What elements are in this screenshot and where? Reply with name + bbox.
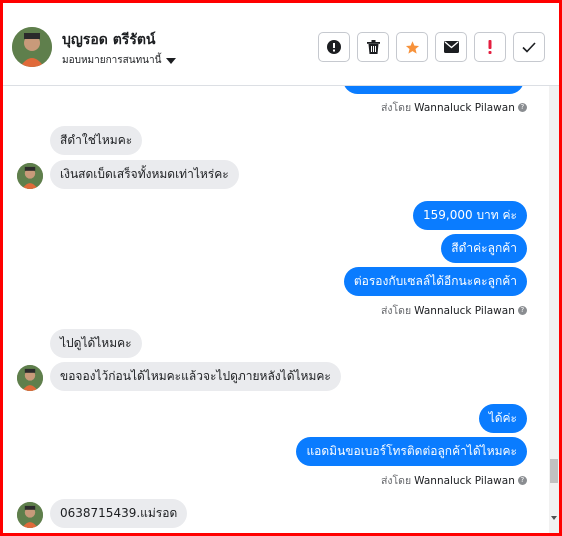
delete-button[interactable] <box>357 32 389 62</box>
contact-avatar-small[interactable] <box>17 163 43 189</box>
message-bubble-outgoing[interactable]: ได้ค่ะ <box>478 404 527 433</box>
message-bubble-partial[interactable] <box>343 86 524 94</box>
check-icon <box>522 41 536 53</box>
mark-spam-button[interactable] <box>318 32 350 62</box>
scroll-down-arrow-icon[interactable] <box>551 516 557 520</box>
scrollbar-thumb[interactable] <box>550 459 558 483</box>
sent-by-label: ส่งโดย Wannaluck Pilawan ? <box>381 472 527 489</box>
contact-avatar-small[interactable] <box>17 365 43 391</box>
conversation-header: บุญรอด ตรีรัตน์ มอบหมายการสนทนานี้ <box>3 3 559 86</box>
sent-by-label: ส่งโดย Wannaluck Pilawan ? <box>381 302 527 319</box>
message-bubble-outgoing[interactable]: 159,000 บาท ค่ะ <box>413 201 527 230</box>
sent-by-label: ส่งโดย Wannaluck Pilawan ? <box>381 99 527 116</box>
message-bubble-outgoing[interactable]: แอดมินขอเบอร์โทรติดต่อลูกค้าได้ไหมคะ <box>296 437 527 466</box>
message-list[interactable]: ส่งโดย Wannaluck Pilawan ? สีดำใช่ไหมคะ … <box>3 86 548 533</box>
conversation-scrollbar[interactable] <box>549 86 559 533</box>
assign-conversation-dropdown[interactable]: มอบหมายการสนทนานี้ <box>62 53 177 68</box>
message-bubble-outgoing[interactable]: ต่อรองกับเซลล์ได้อีกนะคะลูกค้า <box>343 267 527 296</box>
contact-name[interactable]: บุญรอด ตรีรัตน์ <box>62 29 156 51</box>
exclamation-icon <box>488 40 492 54</box>
message-bubble-incoming[interactable]: ไปดูได้ไหมคะ <box>50 329 142 358</box>
alert-circle-icon <box>327 40 341 54</box>
conversation-toolbar <box>318 32 545 62</box>
contact-avatar-small[interactable] <box>17 502 43 528</box>
messenger-window: บุญรอด ตรีรัตน์ มอบหมายการสนทนานี้ ส่งโด… <box>0 0 562 536</box>
caret-down-icon <box>166 57 177 64</box>
info-icon[interactable]: ? <box>517 103 527 112</box>
trash-icon <box>366 40 380 54</box>
message-bubble-incoming[interactable]: 0638715439.แม่รอด <box>50 499 188 528</box>
info-icon[interactable]: ? <box>517 476 527 485</box>
message-bubble-incoming[interactable]: สีดำใช่ไหมคะ <box>50 126 143 155</box>
follow-up-button[interactable] <box>474 32 506 62</box>
assign-label: มอบหมายการสนทนานี้ <box>62 55 162 66</box>
message-bubble-incoming[interactable]: เงินสดเบ็ดเสร็จทั้งหมดเท่าไหร่คะ <box>50 160 239 189</box>
info-icon[interactable]: ? <box>517 306 527 315</box>
message-bubble-outgoing[interactable]: สีดำค่ะลูกค้า <box>441 234 527 263</box>
email-button[interactable] <box>435 32 467 62</box>
contact-avatar[interactable] <box>12 27 52 67</box>
mail-icon <box>443 41 459 53</box>
message-bubble-incoming[interactable]: ขอจองไว้ก่อนได้ไหมคะแล้วจะไปดูภายหลังได้… <box>50 362 341 391</box>
star-button[interactable] <box>396 32 428 62</box>
star-icon <box>405 40 419 54</box>
mark-done-button[interactable] <box>513 32 545 62</box>
